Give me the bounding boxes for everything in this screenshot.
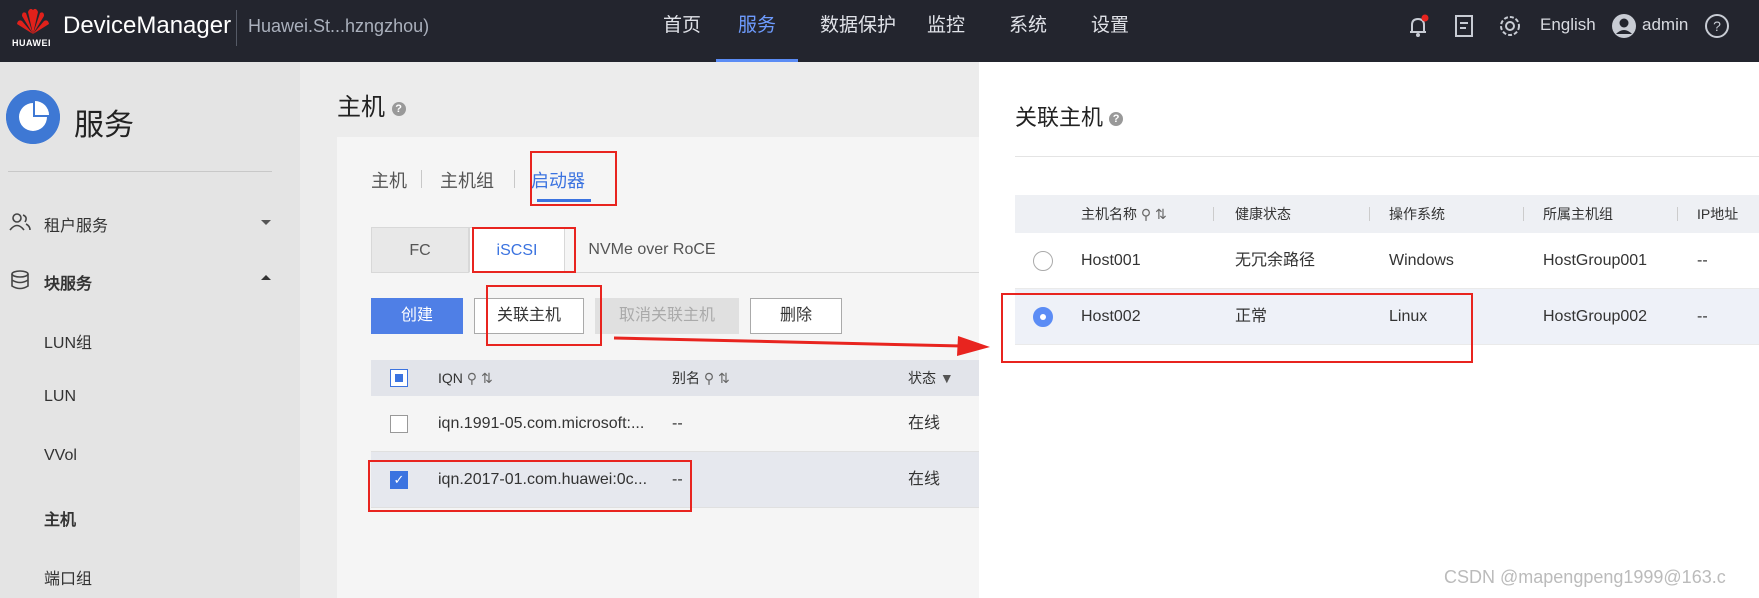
column-header-health: 健康状态 bbox=[1235, 206, 1291, 222]
column-header-iqn: IQN ⚲ ⇅ bbox=[438, 360, 493, 396]
annotation-box bbox=[486, 285, 602, 346]
host-table-header: 主机名称 ⚲ ⇅ 健康状态 操作系统 所属主机组 IP地址 bbox=[1015, 195, 1759, 233]
annotation-box bbox=[472, 227, 576, 273]
avatar-icon[interactable] bbox=[1610, 12, 1638, 40]
annotation-arrow-icon bbox=[613, 336, 990, 356]
column-header-alias-label: 别名 bbox=[672, 370, 700, 386]
cell-ip: -- bbox=[1697, 308, 1708, 325]
search-icon[interactable]: ⚲ bbox=[1141, 206, 1151, 222]
column-header-status: 状态 ▼ bbox=[908, 360, 954, 396]
database-icon bbox=[11, 270, 29, 290]
tab-host[interactable]: 主机 bbox=[371, 167, 407, 193]
column-header-host-group: 所属主机组 bbox=[1543, 206, 1613, 222]
page-title-text: 主机 bbox=[337, 94, 385, 121]
divider bbox=[514, 170, 515, 188]
divider bbox=[8, 171, 272, 172]
tab-host-group[interactable]: 主机组 bbox=[440, 167, 494, 193]
create-button[interactable]: 创建 bbox=[371, 298, 463, 334]
annotation-box bbox=[1001, 293, 1473, 363]
dialog-title-text: 关联主机 bbox=[1015, 105, 1104, 130]
subtab-nvme-over-roce[interactable]: NVMe over RoCE bbox=[567, 227, 737, 273]
row-checkbox[interactable] bbox=[390, 415, 408, 433]
host-radio[interactable] bbox=[1033, 251, 1053, 271]
sidebar-item-lun[interactable]: LUN bbox=[44, 388, 76, 406]
nav-data-protection[interactable]: 数据保护 bbox=[816, 0, 900, 62]
top-navigation-bar: HUAWEI DeviceManager Huawei.St...hzngzho… bbox=[0, 0, 1759, 62]
watermark: CSDN @mapengpeng1999@163.c bbox=[1444, 567, 1726, 587]
protocol-subtabs: FC iSCSI NVMe over RoCE bbox=[371, 227, 979, 273]
bell-icon[interactable] bbox=[1404, 12, 1432, 40]
chevron-up-icon[interactable] bbox=[254, 266, 278, 290]
divider bbox=[1677, 207, 1678, 221]
device-name[interactable]: Huawei.St...hzngzhou) bbox=[248, 16, 429, 37]
divider bbox=[1015, 156, 1759, 157]
cell-ip: -- bbox=[1697, 252, 1708, 269]
search-icon[interactable]: ⚲ bbox=[467, 370, 477, 386]
nav-services[interactable]: 服务 bbox=[716, 0, 798, 62]
users-icon bbox=[9, 213, 31, 231]
sort-icon[interactable]: ⇅ bbox=[481, 370, 493, 386]
page-title: 主机 ? bbox=[337, 87, 406, 122]
column-header-os: 操作系统 bbox=[1389, 206, 1445, 222]
divider bbox=[1213, 207, 1214, 221]
sidebar-title: 服务 bbox=[74, 109, 134, 142]
services-pie-icon bbox=[6, 90, 60, 144]
host-row[interactable]: Host001 无冗余路径 Windows HostGroup001 -- bbox=[1015, 233, 1759, 289]
column-header-host-name: 主机名称 ⚲ ⇅ bbox=[1081, 195, 1167, 233]
nav-monitor[interactable]: 监控 bbox=[922, 0, 970, 62]
sort-icon[interactable]: ⇅ bbox=[1155, 206, 1167, 222]
cell-os: Windows bbox=[1389, 252, 1454, 269]
column-header-iqn-label: IQN bbox=[438, 370, 463, 386]
search-icon[interactable]: ⚲ bbox=[704, 370, 714, 386]
cell-status: 在线 bbox=[908, 415, 941, 432]
sidebar-item-vvol[interactable]: VVol bbox=[44, 447, 77, 465]
cell-host-group: HostGroup001 bbox=[1543, 252, 1648, 269]
select-all-checkbox[interactable] bbox=[390, 369, 408, 387]
column-header-status-label: 状态 bbox=[908, 370, 936, 386]
help-icon[interactable]: ? bbox=[1109, 112, 1124, 127]
initiator-table-header: IQN ⚲ ⇅ 别名 ⚲ ⇅ 状态 ▼ bbox=[371, 360, 979, 396]
disassociate-host-button[interactable]: 取消关联主机 bbox=[595, 298, 739, 334]
dialog-title: 关联主机 ? bbox=[1015, 100, 1124, 132]
chevron-down-icon[interactable] bbox=[254, 210, 278, 234]
cell-alias: -- bbox=[672, 415, 683, 432]
nav-settings[interactable]: 设置 bbox=[1086, 0, 1134, 62]
cell-host-name: Host001 bbox=[1081, 252, 1141, 269]
divider bbox=[236, 10, 237, 46]
cell-iqn: iqn.1991-05.com.microsoft:... bbox=[438, 415, 645, 432]
brand-text: HUAWEI bbox=[12, 38, 51, 48]
sidebar-item-block-services[interactable]: 块服务 bbox=[44, 270, 92, 294]
divider bbox=[421, 170, 422, 188]
annotation-box bbox=[530, 151, 617, 206]
language-switch[interactable]: English bbox=[1540, 15, 1596, 35]
user-name[interactable]: admin bbox=[1642, 15, 1688, 35]
sidebar: 服务 租户服务 块服务 LUN组 LUN VVol 主机 端口组 bbox=[0, 62, 300, 598]
nav-system[interactable]: 系统 bbox=[1004, 0, 1052, 62]
nav-home[interactable]: 首页 bbox=[650, 0, 714, 62]
delete-button[interactable]: 删除 bbox=[750, 298, 842, 334]
column-header-alias: 别名 ⚲ ⇅ bbox=[672, 360, 730, 396]
app-name: DeviceManager bbox=[63, 12, 232, 39]
cell-host-group: HostGroup002 bbox=[1543, 308, 1648, 325]
cell-health: 无冗余路径 bbox=[1235, 252, 1316, 269]
sidebar-item-tenant-services[interactable]: 租户服务 bbox=[44, 212, 108, 236]
column-header-ip: IP地址 bbox=[1697, 206, 1739, 222]
subtab-fc[interactable]: FC bbox=[371, 227, 469, 273]
filter-icon[interactable]: ▼ bbox=[940, 370, 954, 386]
gear-icon[interactable] bbox=[1496, 12, 1524, 40]
table-row[interactable]: iqn.1991-05.com.microsoft:... -- 在线 bbox=[371, 396, 979, 452]
sort-icon[interactable]: ⇅ bbox=[718, 370, 730, 386]
cell-status: 在线 bbox=[908, 471, 941, 488]
svg-text:?: ? bbox=[1713, 18, 1721, 34]
annotation-box bbox=[368, 460, 692, 512]
divider bbox=[1523, 207, 1524, 221]
help-icon[interactable]: ? bbox=[391, 101, 406, 116]
sidebar-item-lun-group[interactable]: LUN组 bbox=[44, 329, 92, 353]
divider bbox=[1369, 207, 1370, 221]
sidebar-item-port-group[interactable]: 端口组 bbox=[44, 565, 92, 589]
help-icon[interactable]: ? bbox=[1703, 12, 1731, 40]
sidebar-item-host[interactable]: 主机 bbox=[44, 506, 76, 530]
task-list-icon[interactable] bbox=[1450, 12, 1478, 40]
column-header-host-name-label: 主机名称 bbox=[1081, 206, 1137, 222]
